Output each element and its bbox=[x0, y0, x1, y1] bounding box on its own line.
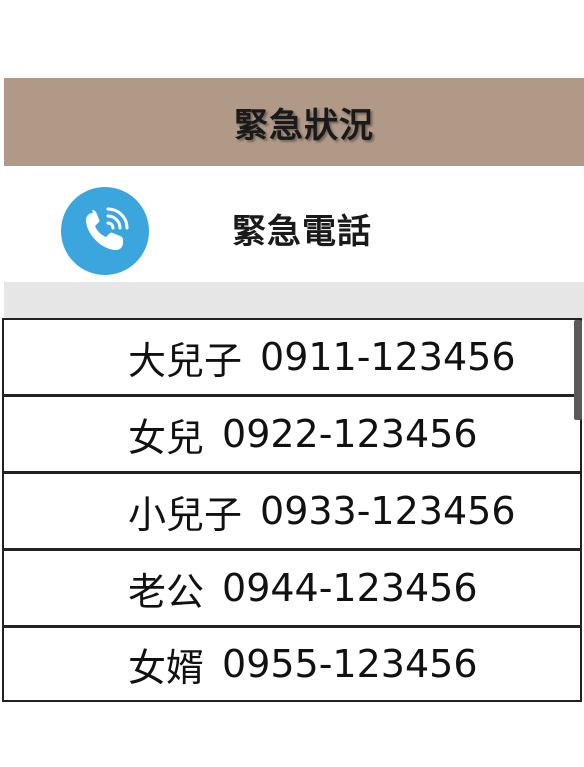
contact-phone: 0955-123456 bbox=[222, 642, 478, 686]
contact-name: 小兒子 bbox=[128, 492, 243, 537]
contact-row[interactable]: 女婿 0955-123456 bbox=[2, 626, 582, 702]
contact-name: 女兒 bbox=[128, 415, 205, 460]
phone-icon-glyph bbox=[86, 207, 129, 250]
scrollbar[interactable] bbox=[574, 320, 582, 420]
contact-name: 女婿 bbox=[128, 645, 205, 690]
contact-row[interactable]: 老公 0944-123456 bbox=[2, 549, 582, 627]
contact-row[interactable]: 大兒子 0911-123456 bbox=[2, 318, 582, 396]
contact-row[interactable]: 女兒 0922-123456 bbox=[2, 395, 582, 473]
contact-name: 老公 bbox=[128, 569, 205, 614]
contact-row[interactable]: 小兒子 0933-123456 bbox=[2, 472, 582, 550]
list-header-band bbox=[4, 282, 584, 320]
contact-phone: 0922-123456 bbox=[222, 412, 478, 456]
emergency-phone-section: 緊急電話 bbox=[4, 166, 584, 282]
contact-name: 大兒子 bbox=[128, 338, 243, 383]
contact-phone: 0911-123456 bbox=[260, 335, 516, 379]
contact-phone: 0933-123456 bbox=[260, 489, 516, 533]
contact-phone: 0944-123456 bbox=[222, 566, 478, 610]
phone-icon bbox=[61, 187, 149, 275]
page-title: 緊急狀況 bbox=[234, 105, 374, 146]
section-title: 緊急電話 bbox=[232, 212, 372, 252]
header-bar: 緊急狀況 bbox=[4, 78, 584, 166]
